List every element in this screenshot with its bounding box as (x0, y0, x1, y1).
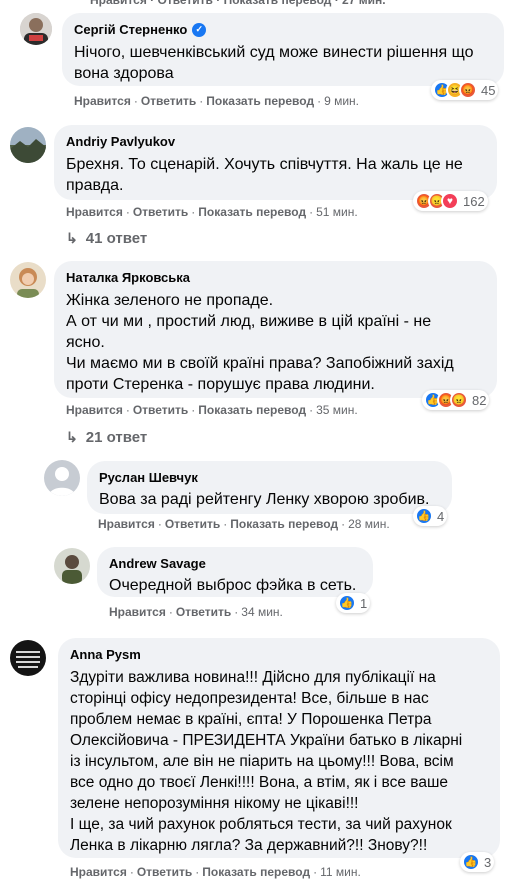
reactions-summary[interactable]: 👍 4 (413, 506, 448, 526)
comment-actions: Нравится · Ответить · Показать перевод · 35 ми… (66, 403, 358, 417)
love-reaction-icon: ♥ (441, 192, 459, 210)
comment-bubble: Наталка Ярковська Жінка зеленого не проп… (54, 261, 497, 398)
reply-arrow-icon: ↳ (66, 230, 78, 246)
reactions-summary[interactable]: 👍 3 (460, 852, 495, 872)
like-reaction-icon: 👍 (415, 507, 433, 525)
translate-link[interactable]: Показать перевод (198, 403, 306, 417)
reply-link[interactable]: Ответить (133, 403, 188, 417)
avatar-photo-icon (10, 262, 46, 298)
comment-actions: Нравится · Ответить · Показать перевод · 51 ми… (66, 205, 358, 219)
comment-author[interactable]: Andrew Savage (109, 555, 361, 572)
comment-bubble: Andrew Savage Очередной выброс фэйка в с… (97, 547, 373, 597)
reaction-count: 1 (360, 595, 368, 611)
reply-link[interactable]: Ответить (133, 205, 188, 219)
comment-actions: Нравится · Ответить · 34 мин. (109, 605, 283, 619)
comment-author[interactable]: Anna Pysm (70, 646, 488, 663)
comment-author[interactable]: Сергій Стерненко ✓ (74, 21, 492, 38)
comment-text: Вова за раді рейтенгу Ленку хворою зроби… (99, 491, 430, 508)
reaction-count: 162 (463, 193, 485, 209)
like-link[interactable]: Нравится (98, 517, 155, 531)
translate-link[interactable]: Показать перевод (206, 94, 314, 108)
angry-reaction-icon: 😡 (459, 81, 477, 99)
reply-link[interactable]: Ответить (137, 865, 192, 879)
translate-link[interactable]: Показать перевод (230, 517, 338, 531)
reactions-summary[interactable]: 👍 😆 😡 45 (431, 80, 499, 100)
reaction-count: 82 (472, 392, 487, 408)
reaction-count: 3 (484, 854, 492, 870)
avatar-photo-icon (10, 127, 46, 163)
verified-badge-icon: ✓ (192, 22, 207, 37)
like-reaction-icon: 👍 (338, 594, 356, 612)
reactions-summary[interactable]: 👍 😡 😠 82 (422, 390, 490, 410)
default-avatar-icon (44, 460, 80, 496)
reply-link[interactable]: Ответить (165, 517, 220, 531)
avatar[interactable] (44, 460, 80, 496)
like-link[interactable]: Нравится (70, 865, 127, 879)
comment-actions: Нравится · Ответить · Показать перевод · 9 мин… (74, 94, 359, 108)
reaction-count: 45 (481, 82, 496, 98)
view-replies-button[interactable]: ↳ 41 ответ (66, 230, 147, 247)
angry-reaction-icon: 😠 (450, 391, 468, 409)
comment-text: Очередной выброс фэйка в сеть. (109, 577, 357, 594)
comment-text: Здурiти важлива новина!!! Дійсно для пуб… (70, 669, 463, 854)
like-link[interactable]: Нравится (109, 605, 166, 619)
comment-text: Жінка зеленого не пропаде. А от чи ми , … (66, 292, 454, 393)
comment-bubble: Руслан Шевчук Вова за раді рейтенгу Ленк… (87, 461, 452, 514)
like-link[interactable]: Нравится (74, 94, 131, 108)
reactions-summary[interactable]: 😡 😠 ♥ 162 (413, 191, 488, 211)
avatar[interactable] (20, 13, 52, 45)
translate-link[interactable]: Показать перевод (202, 865, 310, 879)
avatar[interactable] (54, 548, 90, 584)
comment-actions: Нравится · Ответить · Показать перевод · 28 ми… (98, 517, 390, 531)
translate-link[interactable]: Показать перевод (198, 205, 306, 219)
comment-author[interactable]: Andriy Pavlyukov (66, 133, 485, 150)
timestamp[interactable]: 34 мин. (241, 605, 283, 619)
comment-text: Нічого, шевченківський суд може винести … (74, 44, 474, 82)
avatar-photo-icon (20, 13, 52, 45)
avatar-photo-icon (54, 548, 90, 584)
timestamp[interactable]: 28 мин. (348, 517, 390, 531)
view-replies-button[interactable]: ↳ 21 ответ (66, 429, 147, 446)
timestamp[interactable]: 11 мин. (320, 865, 361, 879)
like-reaction-icon: 👍 (462, 853, 480, 871)
timestamp[interactable]: 51 мин. (316, 205, 358, 219)
timestamp[interactable]: 9 мин. (324, 94, 359, 108)
like-link[interactable]: Нравится (66, 403, 123, 417)
comment-actions: Нравится · Ответить · Показать перевод · 11 ми… (70, 865, 361, 879)
reply-link[interactable]: Ответить (141, 94, 196, 108)
avatar-photo-icon (10, 640, 46, 676)
reply-arrow-icon: ↳ (66, 429, 78, 445)
reactions-summary[interactable]: 👍 1 (336, 593, 371, 613)
reply-link[interactable]: Ответить (176, 605, 231, 619)
timestamp[interactable]: 35 мин. (316, 403, 358, 417)
avatar[interactable] (10, 262, 46, 298)
reaction-count: 4 (437, 508, 445, 524)
previous-comment-actions: Нравится · Ответить · Показать перевод ·… (90, 0, 386, 7)
comment-author[interactable]: Руслан Шевчук (99, 469, 440, 486)
avatar[interactable] (10, 640, 46, 676)
comment-text: Брехня. То сценарій. Хочуть співчуття. Н… (66, 156, 463, 194)
like-link[interactable]: Нравится (66, 205, 123, 219)
comment-author[interactable]: Наталка Ярковська (66, 269, 485, 286)
avatar[interactable] (10, 127, 46, 163)
comment-bubble: Andriy Pavlyukov Брехня. То сценарій. Хо… (54, 125, 497, 200)
comment-bubble: Anna Pysm Здурiти важлива новина!!! Дійс… (58, 638, 500, 858)
comment-bubble: Сергій Стерненко ✓ Нічого, шевченківськи… (62, 13, 504, 86)
